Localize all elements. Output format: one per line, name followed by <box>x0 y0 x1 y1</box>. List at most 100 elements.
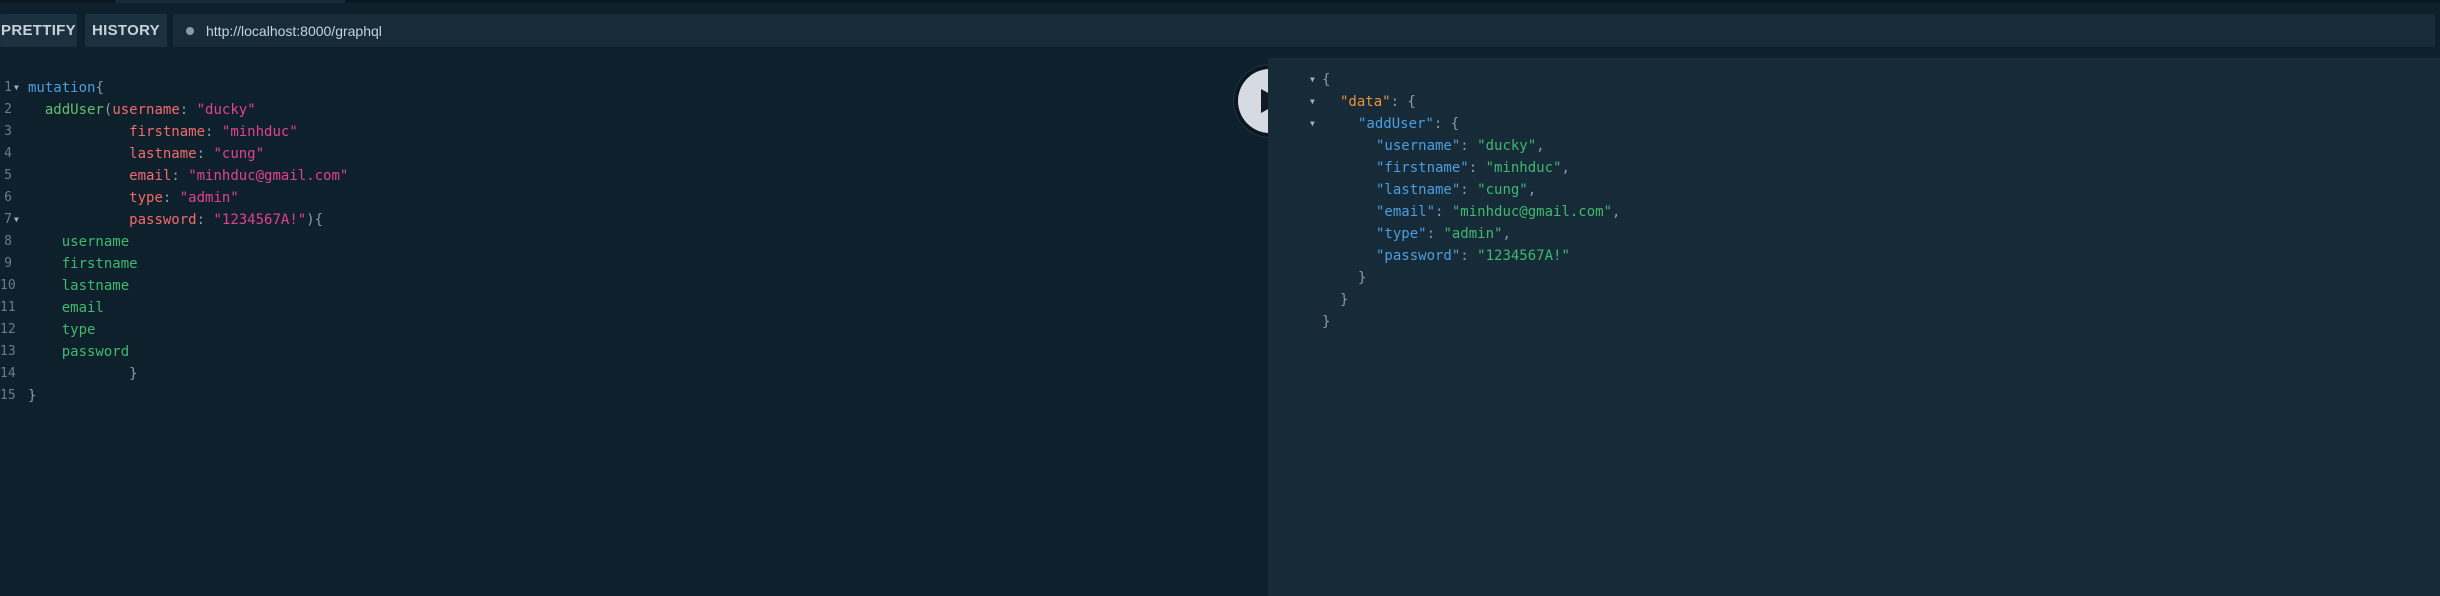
json-key: "firstname" <box>1376 160 1469 176</box>
json-close-brace: } <box>1358 270 1367 286</box>
json-row: "email": "minhduc@gmail.com", <box>1268 201 1620 223</box>
fold-triangle-down-icon[interactable]: ▼ <box>1310 91 1315 113</box>
json-value: "minhduc" <box>1485 160 1562 176</box>
arg-email: email <box>129 168 172 184</box>
json-key: "email" <box>1376 204 1436 220</box>
endpoint-url-bar[interactable] <box>173 14 2435 47</box>
json-comma: , <box>1536 138 1545 154</box>
close-brace: } <box>129 366 138 382</box>
colon: : <box>205 124 214 140</box>
code-line-12: 12 type <box>0 319 1268 341</box>
line-number: 4 <box>4 146 12 161</box>
status-dot-icon <box>186 26 194 35</box>
value-firstname: "minhduc" <box>221 124 298 140</box>
line-number: 13 <box>0 344 16 359</box>
json-row: "password": "1234567A!" <box>1268 245 1570 267</box>
code-line-11: 11 email <box>0 297 1268 319</box>
json-value: "cung" <box>1477 182 1528 198</box>
line-number: 1 <box>4 80 12 95</box>
json-colon: : <box>1426 226 1444 242</box>
fold-triangle-down-icon[interactable]: ▼ <box>14 209 24 231</box>
result-line-close: } <box>1268 311 1330 333</box>
code-line-9: 9 firstname <box>0 253 1268 275</box>
prettify-button[interactable]: PRETTIFY <box>0 14 77 47</box>
selection-password: password <box>61 344 130 360</box>
colon: : <box>196 146 206 162</box>
value-type: "admin" <box>179 190 239 206</box>
colon: : <box>196 212 206 228</box>
result-line-close-data: } <box>1268 289 1348 311</box>
json-comma: , <box>1502 226 1511 242</box>
json-colon: : <box>1435 204 1452 220</box>
json-colon: : <box>1460 138 1478 154</box>
json-comma: , <box>1561 160 1570 176</box>
json-close-brace: } <box>1322 314 1331 330</box>
json-colon: : <box>1460 248 1478 264</box>
json-comma: , <box>1612 204 1621 220</box>
top-tab-strip <box>0 0 2440 3</box>
code-line-3: 3 firstname: "minhduc" <box>0 121 1268 143</box>
json-colon-brace: : { <box>1390 94 1416 110</box>
code-line-6: 6 type: "admin" <box>0 187 1268 209</box>
json-row: "firstname": "minhduc", <box>1268 157 1570 179</box>
line-number: 5 <box>4 168 12 183</box>
json-key-adduser: "addUser" <box>1358 116 1434 132</box>
value-username: "ducky" <box>196 102 256 118</box>
json-value: "1234567A!" <box>1477 248 1570 264</box>
code-line-5: 5 email: "minhduc@gmail.com" <box>0 165 1268 187</box>
arg-firstname: firstname <box>129 124 206 140</box>
selection-firstname: firstname <box>61 256 138 272</box>
line-number: 11 <box>0 300 16 315</box>
colon: : <box>179 102 189 118</box>
adduser-field: addUser <box>44 102 104 118</box>
json-colon: : <box>1468 160 1486 176</box>
json-value: "admin" <box>1443 226 1503 242</box>
json-colon-brace: : { <box>1433 116 1460 132</box>
json-value: "ducky" <box>1477 138 1537 154</box>
selection-type: type <box>61 322 96 338</box>
graphql-playground: PRETTIFY HISTORY 1 ▼ mutation{ 2 addUser… <box>0 0 2440 596</box>
endpoint-url-input[interactable] <box>206 22 2406 39</box>
line-number: 14 <box>0 366 16 381</box>
code-line-8: 8 username <box>0 231 1268 253</box>
json-row: "lastname": "cung", <box>1268 179 1536 201</box>
arg-password: password <box>129 212 197 228</box>
result-line-open: ▼ { <box>1268 69 1330 91</box>
history-button[interactable]: HISTORY <box>85 14 167 47</box>
line-number: 15 <box>0 388 16 403</box>
result-pane[interactable]: ▼ { ▼ "data": { ▼ "addUser": { "username… <box>1268 58 2440 596</box>
selection-lastname: lastname <box>61 278 130 294</box>
json-key: "lastname" <box>1376 182 1461 198</box>
json-close-brace: } <box>1340 292 1349 308</box>
result-line-data: ▼ "data": { <box>1268 91 1416 113</box>
value-password: "1234567A!" <box>213 212 307 228</box>
code-line-13: 13 password <box>0 341 1268 363</box>
brace: { <box>95 80 104 96</box>
selection-email: email <box>61 300 104 316</box>
value-email: "minhduc@gmail.com" <box>188 168 349 184</box>
line-number: 10 <box>0 278 16 293</box>
close-brace: } <box>28 388 37 404</box>
json-key: "password" <box>1376 248 1461 264</box>
json-open-brace: { <box>1322 72 1331 88</box>
json-row: "username": "ducky", <box>1268 135 1545 157</box>
toolbar: PRETTIFY HISTORY <box>0 4 2440 54</box>
json-key: "username" <box>1376 138 1461 154</box>
colon: : <box>162 190 172 206</box>
query-editor[interactable]: 1 ▼ mutation{ 2 addUser(username: "ducky… <box>0 58 1268 596</box>
code-line-7: 7 ▼ password: "1234567A!"){ <box>0 209 1268 231</box>
code-line-15: 15 } <box>0 385 1268 407</box>
fold-triangle-down-icon[interactable]: ▼ <box>1310 69 1315 91</box>
code-line-14: 14 } <box>0 363 1268 385</box>
line-number: 6 <box>4 190 12 205</box>
json-key-data: "data" <box>1340 94 1391 110</box>
fold-triangle-down-icon[interactable]: ▼ <box>14 77 24 99</box>
line-number: 7 <box>4 212 12 227</box>
arg-lastname: lastname <box>129 146 197 162</box>
mutation-keyword: mutation <box>28 80 96 96</box>
json-colon: : <box>1460 182 1478 198</box>
fold-triangle-down-icon[interactable]: ▼ <box>1310 113 1315 135</box>
active-tab-hint[interactable] <box>115 0 345 3</box>
arg-username: username <box>112 102 180 118</box>
json-value: "minhduc@gmail.com" <box>1451 204 1613 220</box>
